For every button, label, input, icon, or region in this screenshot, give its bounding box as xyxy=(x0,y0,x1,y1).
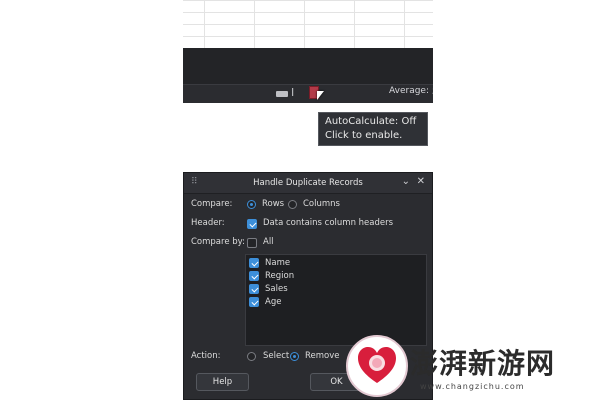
tooltip-line-2: Click to enable. xyxy=(325,130,403,141)
spreadsheet-grid[interactable] xyxy=(183,0,433,48)
status-bar: I Average: ; xyxy=(183,84,433,103)
columns-radio[interactable] xyxy=(288,200,297,209)
sales-checkbox[interactable] xyxy=(249,284,259,294)
age-checkbox[interactable] xyxy=(249,297,259,307)
dialog-titlebar[interactable]: ⠿ Handle Duplicate Records ⌄ ✕ xyxy=(184,173,432,194)
all-checkbox-label[interactable]: All xyxy=(263,237,274,247)
column-headers-checkbox-label[interactable]: Data contains column headers xyxy=(263,218,393,228)
name-checkbox[interactable] xyxy=(249,258,259,268)
list-item[interactable]: Region xyxy=(246,270,426,282)
all-checkbox[interactable] xyxy=(247,238,257,248)
rows-radio-label[interactable]: Rows xyxy=(262,199,284,209)
cell-mode-icon[interactable] xyxy=(276,91,288,97)
select-radio[interactable] xyxy=(247,352,256,361)
text-cursor-icon: I xyxy=(291,86,295,99)
remove-radio-label[interactable]: Remove xyxy=(305,351,340,361)
watermark-url: www.changzichu.com xyxy=(420,382,525,391)
tooltip-line-1: AutoCalculate: Off xyxy=(325,116,417,127)
sheet-area-background xyxy=(183,48,433,84)
mouse-pointer-icon xyxy=(317,91,324,100)
heart-logo-icon xyxy=(358,347,396,383)
list-item[interactable]: Name xyxy=(246,257,426,269)
list-item-label: Name xyxy=(265,258,291,268)
watermark-text: 澎湃新游网 xyxy=(410,347,556,380)
help-button[interactable]: Help xyxy=(196,373,249,391)
list-item-label: Region xyxy=(265,271,295,281)
column-headers-checkbox[interactable] xyxy=(247,219,257,229)
average-label: Average: ; xyxy=(389,86,433,96)
list-item[interactable]: Age xyxy=(246,296,426,308)
list-item-label: Age xyxy=(265,297,282,307)
columns-list[interactable]: Name Region Sales Age xyxy=(245,254,427,346)
compare-label: Compare: xyxy=(191,199,233,209)
close-icon[interactable]: ✕ xyxy=(417,176,425,187)
chevron-down-icon[interactable]: ⌄ xyxy=(402,176,410,187)
region-checkbox[interactable] xyxy=(249,271,259,281)
list-item[interactable]: Sales xyxy=(246,283,426,295)
select-radio-label[interactable]: Select xyxy=(263,351,289,361)
autocalculate-tooltip: AutoCalculate: Off Click to enable. xyxy=(318,112,428,146)
header-label: Header: xyxy=(191,218,225,228)
remove-radio[interactable] xyxy=(290,352,299,361)
action-label: Action: xyxy=(191,351,221,361)
columns-radio-label[interactable]: Columns xyxy=(303,199,340,209)
list-item-label: Sales xyxy=(265,284,288,294)
dialog-title: Handle Duplicate Records xyxy=(253,178,363,188)
compare-by-label: Compare by: xyxy=(191,237,245,247)
rows-radio[interactable] xyxy=(247,200,256,209)
